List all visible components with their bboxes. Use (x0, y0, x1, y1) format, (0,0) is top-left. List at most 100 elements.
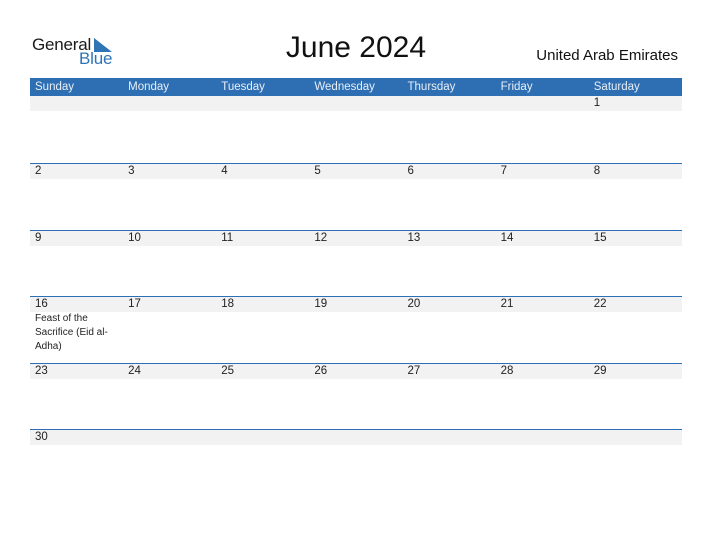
day-cell: 14 (496, 231, 589, 246)
day-cell: 23 (30, 364, 123, 379)
day-cell: 21 (496, 297, 589, 354)
day-number: 4 (221, 165, 228, 177)
day-cell: 4 (216, 164, 309, 179)
week-row: 2 3 4 5 6 7 8 (30, 163, 682, 230)
week-row: 23 24 25 26 27 28 29 (30, 362, 682, 430)
day-number: 2 (35, 165, 42, 177)
day-number (408, 96, 496, 111)
day-number (221, 430, 309, 445)
day-number: 13 (407, 231, 421, 244)
day-number: 12 (314, 231, 328, 244)
day-cell: 7 (496, 164, 589, 179)
weekday-friday: Friday (500, 81, 533, 93)
day-number: 8 (593, 165, 601, 177)
day-number: 18 (221, 298, 235, 310)
day-number: 22 (593, 298, 607, 310)
day-cell (123, 430, 216, 445)
day-cell: 28 (496, 364, 589, 379)
weekday-thursday: Thursday (407, 81, 456, 93)
weekday-sunday: Sunday (35, 81, 75, 93)
day-cell: 1 (589, 96, 682, 111)
day-number: 1 (593, 97, 601, 109)
country-name: United Arab Emirates (536, 47, 678, 64)
day-cell: 12 (309, 231, 402, 246)
day-number: 27 (407, 364, 421, 377)
day-number (128, 96, 216, 111)
week-cells: 16 Feast of the Sacrifice (Eid al-Adha) 17… (30, 297, 682, 354)
day-cell: 9 (30, 231, 123, 246)
week-row: 30 (30, 429, 682, 496)
day-number: 11 (221, 231, 234, 244)
day-number: 5 (314, 165, 321, 177)
day-cell (216, 430, 309, 445)
day-cell: 6 (403, 164, 496, 179)
weeks-container: 1 2 3 4 5 6 7 8 9 10 11 12 13 14 15 16 Feast of the Sacr… (30, 96, 682, 496)
day-cell: 24 (123, 364, 216, 379)
day-number: 29 (593, 364, 607, 377)
day-cell: 29 (589, 364, 682, 379)
day-cell: 27 (403, 364, 496, 379)
weekday-saturday: Saturday (593, 81, 640, 93)
day-number (221, 96, 309, 111)
day-number: 14 (500, 231, 514, 244)
day-cell (30, 96, 123, 111)
week-row: 9 10 11 12 13 14 15 (30, 229, 682, 297)
day-number: 17 (128, 298, 141, 310)
day-number: 23 (35, 364, 48, 377)
day-number (314, 430, 402, 445)
day-cell (309, 430, 402, 445)
day-cell: 18 (216, 297, 309, 354)
weekday-tuesday: Tuesday (221, 81, 265, 93)
day-cell: 2 (30, 164, 123, 179)
week-cells: 2 3 4 5 6 7 8 (30, 164, 682, 179)
week-row: 16 Feast of the Sacrifice (Eid al-Adha) 17… (30, 296, 682, 363)
day-number: 10 (128, 231, 141, 244)
day-cell: 25 (216, 364, 309, 379)
weekday-monday: Monday (128, 81, 170, 93)
day-cell: 8 (589, 164, 682, 179)
day-cell (403, 96, 496, 111)
day-number (594, 430, 682, 445)
day-cell: 17 (123, 297, 216, 354)
day-number: 15 (593, 231, 607, 244)
day-cell: 19 (309, 297, 402, 354)
day-number (408, 430, 496, 445)
day-cell: 16 Feast of the Sacrifice (Eid al-Adha) (30, 297, 123, 354)
day-number: 9 (35, 231, 42, 244)
day-cell: 26 (309, 364, 402, 379)
day-cell: 30 (30, 430, 123, 445)
day-cell (309, 96, 402, 111)
week-row: 1 (30, 96, 682, 163)
day-cell (496, 430, 589, 445)
day-cell: 3 (123, 164, 216, 179)
calendar-grid: Sunday Monday Tuesday Wednesday Thursday… (30, 78, 682, 496)
day-number: 26 (314, 364, 328, 377)
day-cell: 13 (403, 231, 496, 246)
day-cell (589, 430, 682, 445)
day-number: 19 (314, 298, 328, 310)
weekday-wednesday: Wednesday (314, 81, 375, 93)
day-number: 16 (35, 298, 48, 310)
day-cell: 15 (589, 231, 682, 246)
day-cell: 22 (589, 297, 682, 354)
day-number (314, 96, 402, 111)
day-number: 21 (500, 298, 514, 310)
day-cell: 5 (309, 164, 402, 179)
day-number: 25 (221, 364, 235, 377)
day-number: 28 (500, 364, 514, 377)
weekday-header: Sunday Monday Tuesday Wednesday Thursday… (30, 78, 682, 96)
day-cell (123, 96, 216, 111)
day-number: 20 (407, 298, 421, 310)
day-number (501, 96, 589, 111)
day-number: 30 (35, 431, 48, 443)
week-cells: 9 10 11 12 13 14 15 (30, 231, 682, 246)
day-cell: 20 (403, 297, 496, 354)
day-number: 24 (128, 364, 141, 377)
day-number (501, 430, 589, 445)
day-cell: 10 (123, 231, 216, 246)
day-cell (496, 96, 589, 111)
day-number (35, 96, 123, 111)
day-cell: 11 (216, 231, 309, 246)
day-cell (403, 430, 496, 445)
week-cells: 30 (30, 430, 682, 445)
